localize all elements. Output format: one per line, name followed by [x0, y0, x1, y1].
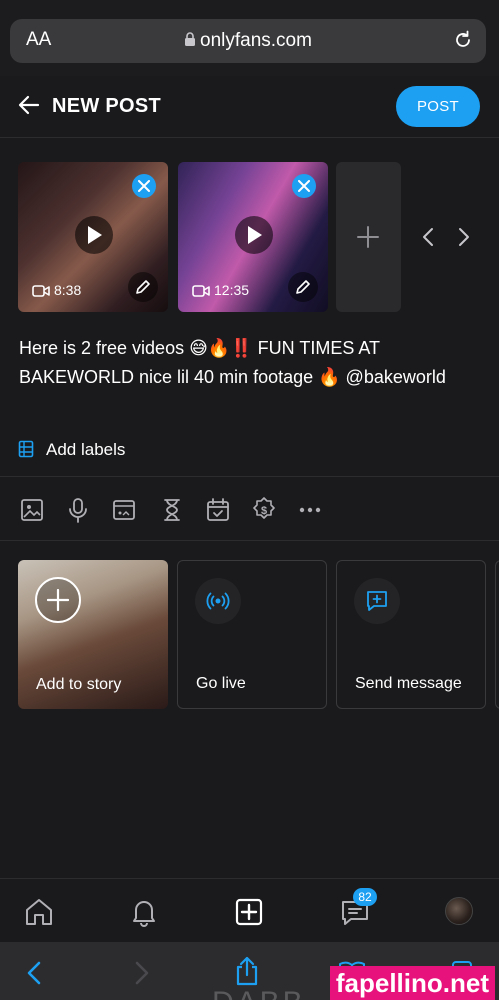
duration-text: 8:38: [54, 282, 82, 298]
play-button[interactable]: [75, 216, 113, 254]
card-label: Go live: [196, 675, 246, 692]
app-header: NEW POST POST: [0, 76, 499, 138]
url-field[interactable]: AA onlyfans.com: [10, 19, 486, 63]
add-media-button[interactable]: [336, 162, 401, 312]
broadcast-icon: [206, 592, 230, 610]
remove-media-button[interactable]: [292, 174, 316, 198]
divider: [0, 476, 499, 477]
divider: [0, 540, 499, 541]
media-thumbnail[interactable]: 8:38: [18, 162, 168, 312]
post-button[interactable]: POST: [396, 86, 480, 127]
duration-text: 12:35: [214, 282, 250, 298]
plus-icon: [47, 589, 69, 611]
add-labels-text: Add labels: [46, 440, 126, 459]
bell-icon[interactable]: [128, 896, 160, 928]
chevron-right-icon[interactable]: [456, 226, 472, 248]
browser-back-icon[interactable]: [24, 960, 44, 986]
reload-icon[interactable]: [452, 29, 474, 51]
play-icon: [88, 226, 102, 244]
browser-forward-icon[interactable]: [132, 960, 152, 986]
video-camera-icon: [32, 285, 50, 297]
pencil-icon: [296, 280, 310, 294]
go-live-card[interactable]: Go live: [177, 560, 327, 709]
video-duration: 8:38: [32, 282, 81, 298]
watermark: fapellino.net: [329, 966, 495, 1000]
label-icon: [18, 440, 34, 458]
share-icon[interactable]: [234, 956, 260, 986]
play-button[interactable]: [235, 216, 273, 254]
new-post-icon[interactable]: [233, 896, 265, 928]
price-icon[interactable]: $: [250, 496, 278, 524]
add-to-story-card[interactable]: Add to story: [18, 560, 168, 709]
svg-text:$: $: [261, 505, 267, 517]
back-arrow-icon[interactable]: [18, 94, 40, 116]
page-title: NEW POST: [52, 95, 162, 117]
card-label: Send message: [355, 675, 462, 692]
message-icon-wrapper: [354, 578, 400, 624]
calendar-icon[interactable]: [204, 496, 232, 524]
edit-media-button[interactable]: [128, 272, 158, 302]
close-icon: [298, 180, 310, 192]
post-options-toolbar: $: [0, 490, 499, 530]
send-message-card[interactable]: Send message: [336, 560, 486, 709]
add-story-plus-button[interactable]: [35, 577, 81, 623]
video-camera-icon: [192, 285, 210, 297]
live-icon-wrapper: [195, 578, 241, 624]
media-thumbnail[interactable]: 12:35: [178, 162, 328, 312]
home-icon[interactable]: [23, 896, 55, 928]
video-duration: 12:35: [192, 282, 249, 298]
url-text: onlyfans.com: [200, 30, 312, 51]
card-label: Add to story: [36, 676, 122, 693]
hourglass-icon[interactable]: [158, 496, 186, 524]
bottom-tab-bar: [0, 878, 499, 942]
vault-icon[interactable]: [110, 496, 138, 524]
compose-area: 8:38 12:35 Here is 2 free videos 😅🔥‼️ FU…: [0, 138, 499, 878]
more-actions-card[interactable]: [495, 560, 499, 709]
edit-media-button[interactable]: [288, 272, 318, 302]
message-plus-icon: [367, 591, 387, 611]
background-text: DABB: [212, 986, 306, 1000]
close-icon: [138, 180, 150, 192]
url-display[interactable]: onlyfans.com: [10, 30, 486, 52]
more-icon[interactable]: [296, 496, 324, 524]
browser-address-bar: AA onlyfans.com: [0, 0, 499, 76]
remove-media-button[interactable]: [132, 174, 156, 198]
microphone-icon[interactable]: [64, 496, 92, 524]
profile-avatar[interactable]: [445, 897, 473, 925]
lock-icon: [185, 32, 196, 46]
play-icon: [248, 226, 262, 244]
plus-icon: [357, 226, 379, 248]
messages-count-badge: 82: [353, 888, 377, 906]
post-caption-input[interactable]: Here is 2 free videos 😅🔥‼️ FUN TIMES AT …: [19, 334, 479, 392]
pencil-icon: [136, 280, 150, 294]
chevron-left-icon[interactable]: [420, 226, 436, 248]
image-icon[interactable]: [18, 496, 46, 524]
